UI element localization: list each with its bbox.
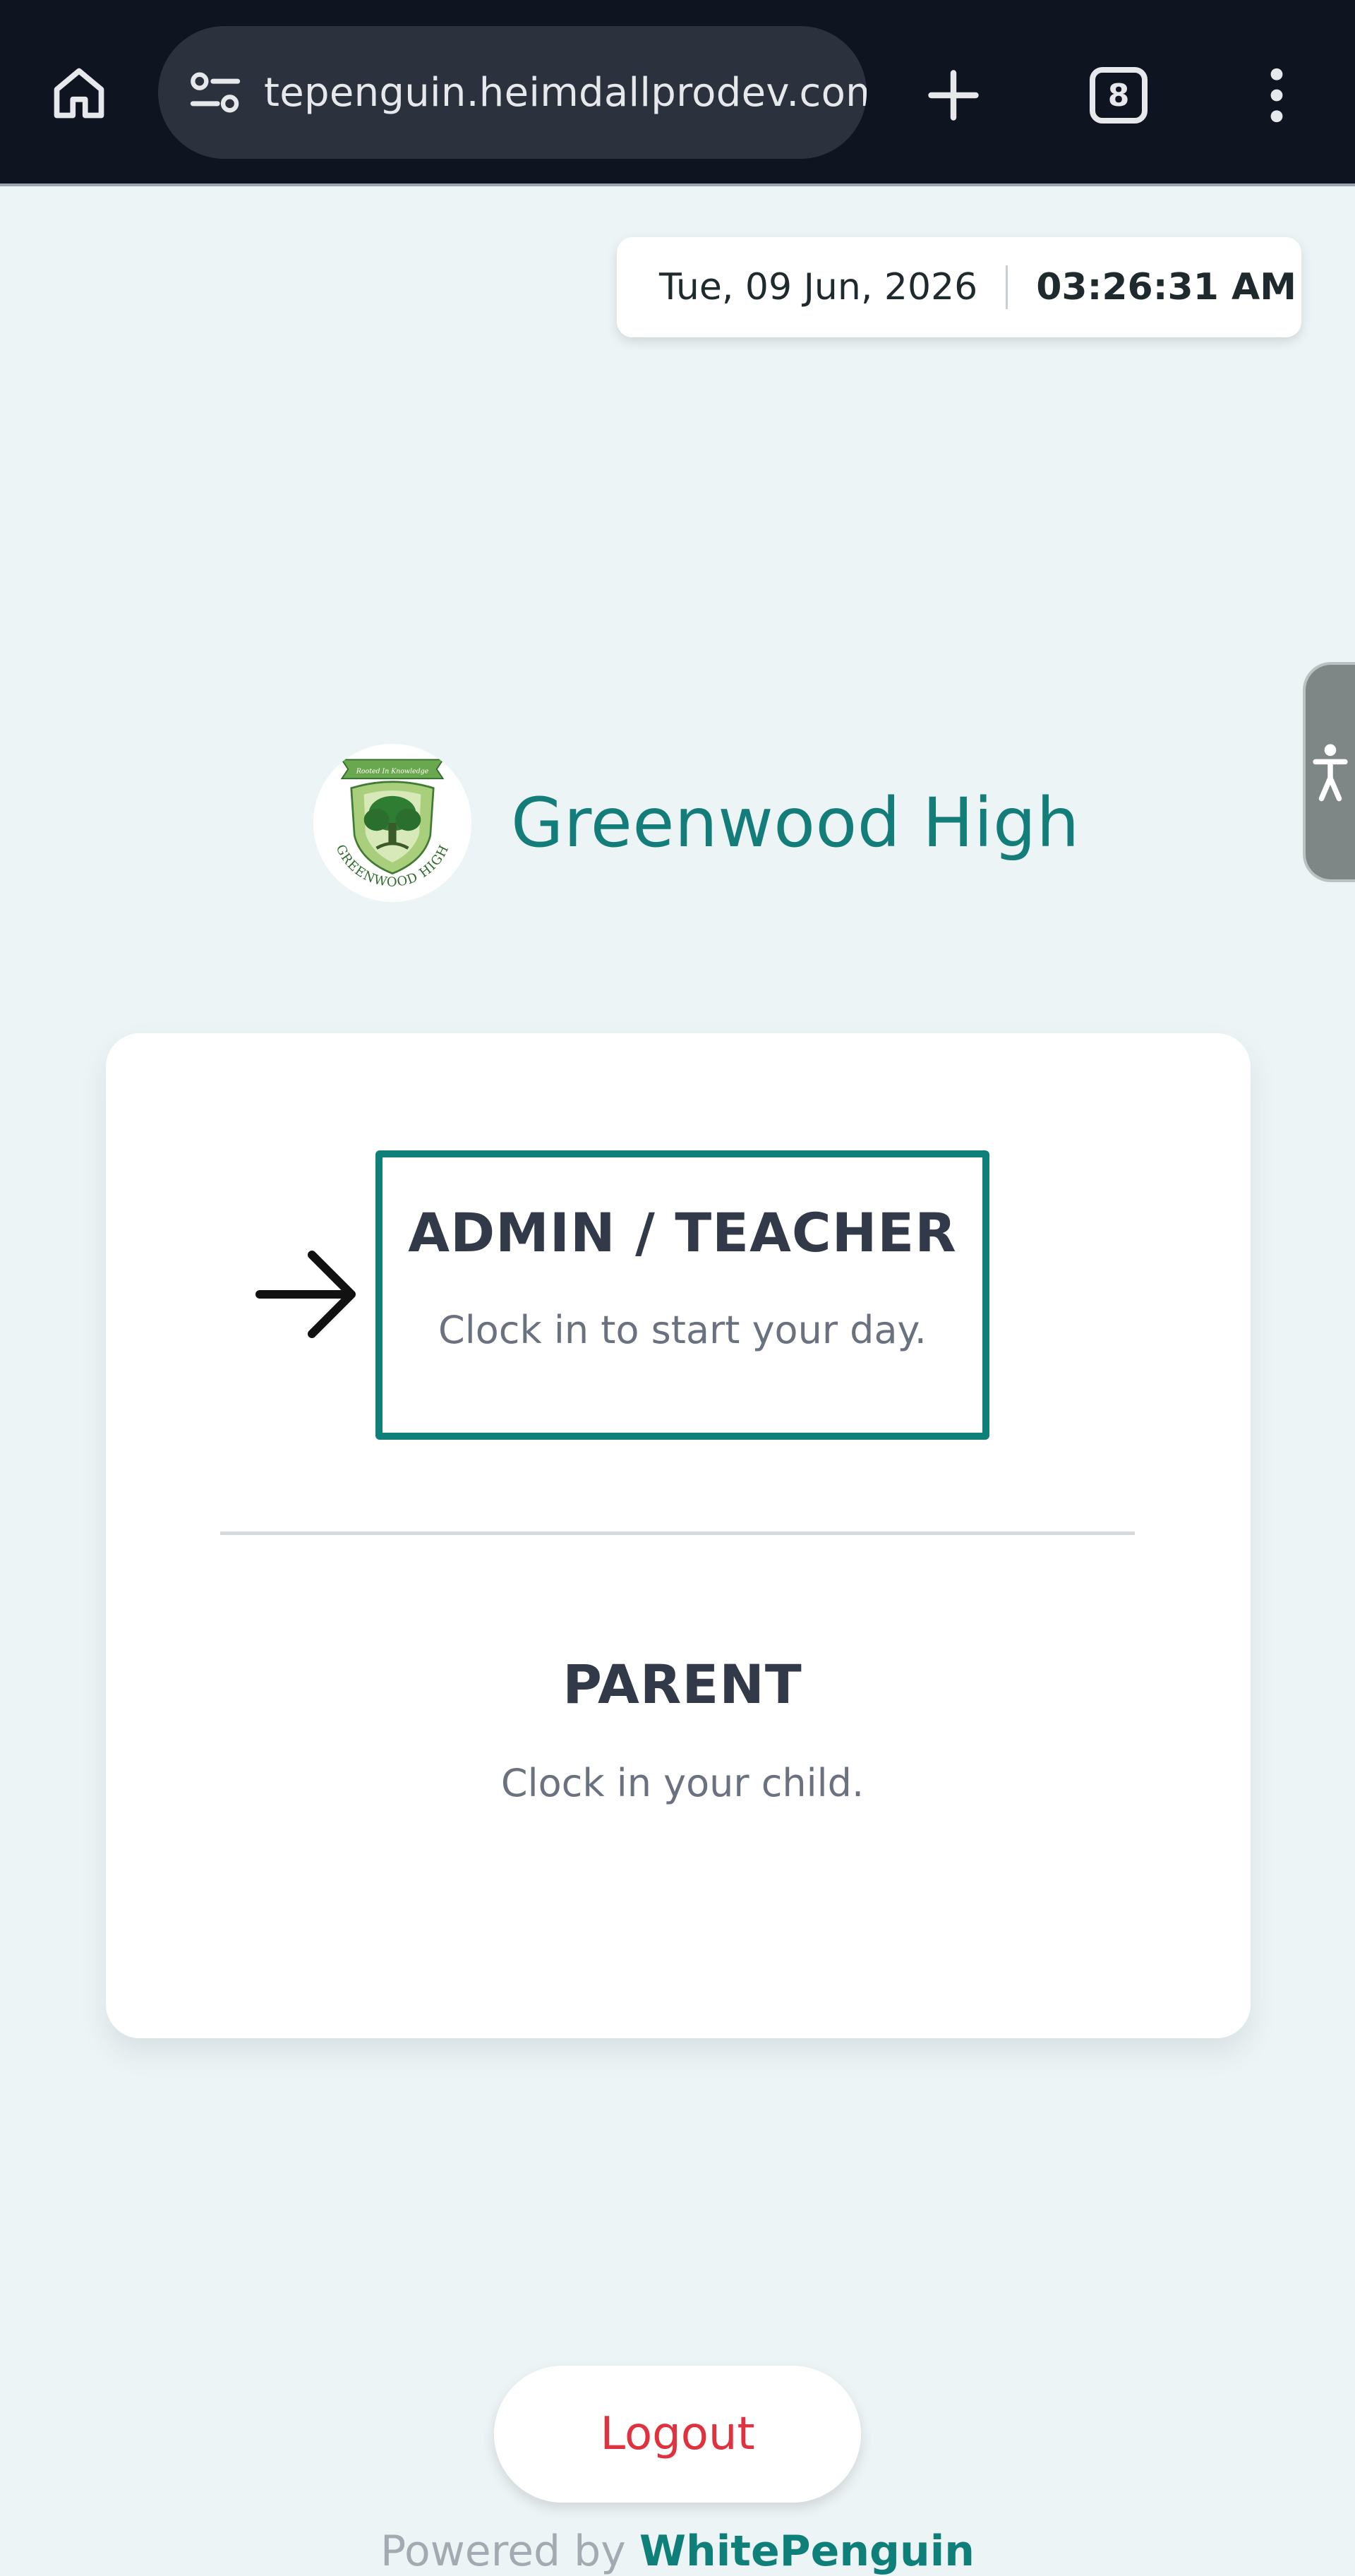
footer-brand-link[interactable]: WhitePenguin: [639, 2527, 975, 2576]
browser-menu-button[interactable]: [1238, 56, 1315, 134]
accessibility-button[interactable]: [1303, 662, 1355, 882]
tab-switcher-button[interactable]: 8: [1080, 56, 1157, 134]
url-text[interactable]: tepenguin.heimdallprodev.com: [264, 70, 867, 116]
arrow-right-icon: [255, 1251, 356, 1338]
admin-teacher-subtitle: Clock in to start your day.: [438, 1308, 927, 1352]
parent-title: PARENT: [562, 1653, 802, 1716]
new-tab-button[interactable]: [915, 56, 992, 134]
logout-button[interactable]: Logout: [494, 2366, 861, 2503]
datetime-display: Tue, 09 Jun, 2026 03:26:31 AM: [617, 237, 1301, 337]
address-bar[interactable]: tepenguin.heimdallprodev.com: [158, 26, 867, 159]
school-logo: Rooted In Knowledge GREENWOOD HIGH: [313, 744, 471, 902]
school-name: Greenwood High: [511, 783, 1080, 862]
school-header: Rooted In Knowledge GREENWOOD HIGH Green…: [313, 744, 1080, 902]
tune-icon[interactable]: [183, 61, 247, 124]
datetime-separator: [1006, 265, 1008, 309]
svg-text:Rooted In Knowledge: Rooted In Knowledge: [356, 767, 429, 775]
admin-teacher-title: ADMIN / TEACHER: [408, 1201, 957, 1264]
divider: [220, 1531, 1135, 1535]
browser-toolbar: tepenguin.heimdallprodev.com 8: [0, 0, 1355, 186]
home-icon: [54, 68, 104, 119]
plus-icon: [928, 70, 979, 121]
tab-count: 8: [1090, 67, 1148, 124]
parent-subtitle: Clock in your child.: [500, 1761, 865, 1805]
current-date: Tue, 09 Jun, 2026: [659, 266, 978, 308]
footer-prefix: Powered by: [380, 2527, 626, 2576]
powered-by-footer: Powered by WhitePenguin: [0, 2527, 1355, 2576]
accessibility-icon: [1313, 744, 1348, 802]
home-button[interactable]: [42, 56, 116, 130]
admin-teacher-option[interactable]: ADMIN / TEACHER Clock in to start your d…: [375, 1150, 989, 1440]
more-vertical-icon: [1270, 68, 1283, 123]
current-time: 03:26:31 AM: [1036, 266, 1296, 308]
role-selection-card: ADMIN / TEACHER Clock in to start your d…: [106, 1033, 1251, 2038]
parent-option[interactable]: PARENT Clock in your child.: [375, 1653, 989, 1865]
